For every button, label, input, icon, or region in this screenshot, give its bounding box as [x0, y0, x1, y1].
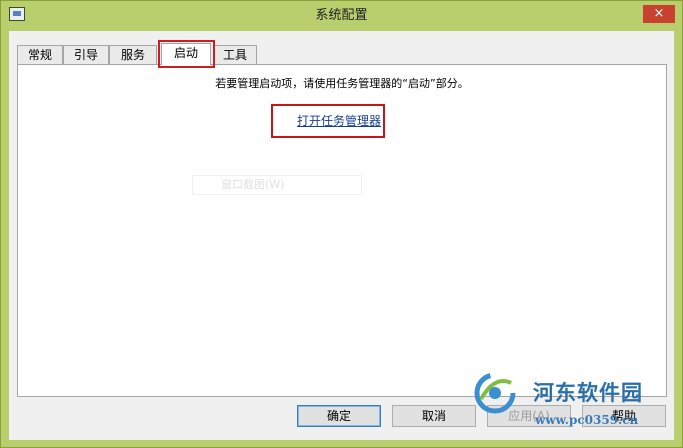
tab-general[interactable]: 常规 — [17, 45, 63, 64]
cancel-button[interactable]: 取消 — [392, 405, 476, 427]
close-button[interactable]: × — [643, 5, 675, 23]
watermark-url: www.pc0359.cn — [535, 413, 639, 427]
startup-tab-panel: 若要管理启动项，请使用任务管理器的“启动”部分。 打开任务管理器 窗口截图(W) — [17, 64, 667, 397]
tab-services[interactable]: 服务 — [109, 45, 157, 64]
tab-tools[interactable]: 工具 — [213, 45, 257, 64]
ok-button[interactable]: 确定 — [297, 405, 381, 427]
ghost-window-capture-text: 窗口截图(W) — [192, 175, 362, 195]
window-title: 系统配置 — [315, 8, 368, 23]
system-config-window: 系统配置 × 常规 引导 服务 启动 工具 若要管理启动项，请使用任务管理器的“… — [0, 0, 683, 448]
tab-boot[interactable]: 引导 — [63, 45, 109, 64]
watermark-logo-icon — [474, 372, 516, 414]
open-task-manager-link[interactable]: 打开任务管理器 — [272, 112, 406, 129]
startup-info-text: 若要管理启动项，请使用任务管理器的“启动”部分。 — [215, 77, 469, 90]
tab-startup[interactable]: 启动 — [161, 43, 211, 65]
watermark-title: 河东软件园 — [533, 380, 643, 405]
title-bar[interactable]: 系统配置 × — [1, 1, 682, 31]
